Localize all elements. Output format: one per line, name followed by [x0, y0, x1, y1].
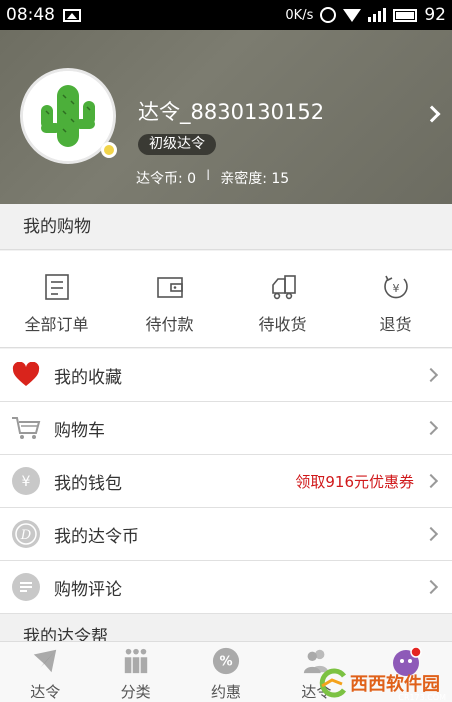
chevron-right-icon: [423, 579, 439, 595]
menu-favorites-label: 我的收藏: [54, 367, 122, 388]
network-speed: 0K/s: [285, 7, 314, 23]
tab-home[interactable]: 达令: [0, 642, 90, 702]
order-shortcuts: 全部订单 待付款 待收货 ¥ 退货: [0, 251, 452, 348]
wallet-icon: [156, 277, 183, 298]
order-to-receive[interactable]: 待收货: [226, 251, 339, 347]
username: 达令_8830130152: [138, 100, 325, 124]
order-unpaid-label: 待付款: [145, 315, 194, 334]
battery-icon: [393, 8, 418, 22]
watermark-logo-icon: [319, 668, 347, 698]
svg-text:D: D: [20, 528, 32, 543]
return-yen-icon: ¥: [383, 275, 408, 299]
status-time: 08:48: [6, 5, 55, 25]
cart-icon: [11, 413, 41, 443]
menu-comments[interactable]: 购物评论: [0, 561, 452, 614]
order-unpaid[interactable]: 待付款: [113, 251, 226, 347]
intimacy-count: 亲密度: 15: [220, 171, 290, 187]
svg-text:%: %: [219, 655, 232, 670]
profile-header[interactable]: 达令_8830130152 初级达令 达令币: 0 I 亲密度: 15: [0, 30, 452, 204]
menu-wallet-label: 我的钱包: [54, 473, 122, 494]
alarm-icon: [320, 7, 337, 23]
discount-icon: %: [212, 647, 240, 675]
profile-stats: 达令币: 0 I 亲密度: 15: [136, 168, 289, 188]
order-list-icon: [44, 274, 69, 300]
image-notification-icon: [63, 8, 81, 22]
heart-icon: [11, 360, 41, 390]
tab-category-label: 分类: [120, 683, 151, 701]
chevron-right-icon[interactable]: [423, 105, 441, 123]
status-bar: 08:48 0K/s 92: [0, 0, 452, 30]
order-all[interactable]: 全部订单: [0, 251, 113, 347]
tab-discount-label: 约惠: [210, 683, 241, 701]
menu-cart-label: 购物车: [54, 420, 105, 441]
level-tag: 初级达令: [138, 134, 216, 155]
watermark: 西西软件园 CR173.COM: [318, 666, 450, 702]
chevron-right-icon: [423, 367, 439, 383]
chevron-right-icon: [423, 473, 439, 489]
menu-wallet[interactable]: ¥ 我的钱包 领取916元优惠券: [0, 455, 452, 508]
comment-icon: [11, 572, 41, 602]
order-return-label: 退货: [379, 315, 412, 334]
yen-coin-icon: ¥: [11, 466, 41, 496]
shopping-section-header: 我的购物: [0, 204, 452, 250]
svg-text:¥: ¥: [22, 474, 31, 490]
tab-discount[interactable]: % 约惠: [181, 642, 271, 702]
d-coin-icon: D: [11, 519, 41, 549]
cactus-icon: [23, 71, 113, 161]
order-to-receive-label: 待收货: [258, 315, 307, 334]
order-all-label: 全部订单: [24, 315, 89, 334]
battery-level: 92: [424, 5, 446, 25]
tab-home-label: 达令: [30, 683, 61, 701]
delivery-truck-icon: [271, 275, 296, 300]
menu-favorites[interactable]: 我的收藏: [0, 349, 452, 402]
signal-icon: [368, 8, 387, 22]
menu-coins[interactable]: D 我的达令币: [0, 508, 452, 561]
status-right: 0K/s 92: [285, 5, 446, 25]
menu-cart[interactable]: 购物车: [0, 402, 452, 455]
coupon-promo-text[interactable]: 领取916元优惠券: [295, 471, 414, 492]
home-plane-icon: [33, 649, 57, 673]
chevron-right-icon: [423, 420, 439, 436]
coins-count: 达令币: 0: [136, 171, 197, 187]
category-icon: [124, 648, 147, 674]
svg-text:¥: ¥: [392, 282, 399, 295]
tab-category[interactable]: 分类: [90, 642, 180, 702]
level-badge-icon: [101, 142, 117, 158]
stats-separator: I: [206, 168, 211, 184]
order-return[interactable]: ¥ 退货: [339, 251, 452, 347]
menu-comments-label: 购物评论: [54, 579, 122, 600]
chevron-right-icon: [423, 526, 439, 542]
menu-coins-label: 我的达令币: [54, 526, 139, 547]
wifi-icon: [343, 8, 362, 22]
watermark-url: CR173.COM: [398, 693, 446, 702]
